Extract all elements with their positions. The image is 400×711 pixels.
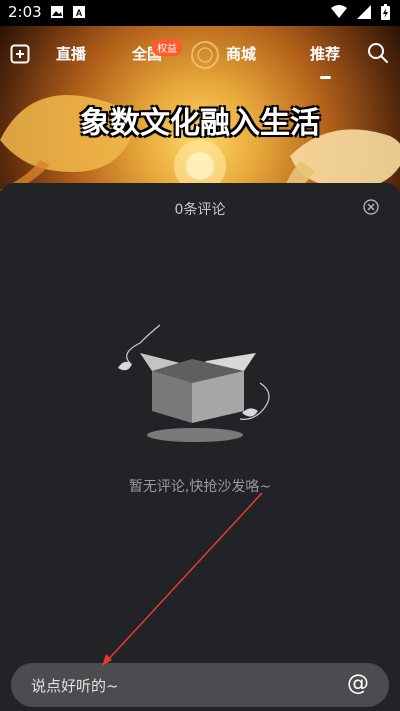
tab-mall[interactable]: 商城	[226, 43, 256, 64]
comment-panel: 0条评论 暂无评论,快抢沙发咯~ 说点好听的~ @	[0, 183, 400, 711]
comment-input[interactable]: 说点好听的~ @	[11, 663, 389, 707]
svg-text:A: A	[76, 8, 83, 18]
close-icon[interactable]	[363, 199, 379, 215]
top-nav: 直播 全国 权益 商城 推荐	[0, 36, 400, 79]
mention-button[interactable]: @	[347, 671, 369, 696]
signal-icon	[357, 5, 371, 19]
status-bar: 2:03 A	[0, 0, 400, 26]
comment-count-title: 0条评论	[174, 202, 226, 218]
battery-charging-icon	[381, 4, 390, 20]
live-banner[interactable]: 直播 全国 权益 商城 推荐 象数文化融入生活	[0, 26, 400, 196]
wifi-icon	[331, 5, 347, 18]
empty-comments-text: 暂无评论,快抢沙发咯~	[128, 479, 272, 495]
benefits-badge: 权益	[152, 39, 182, 56]
a-box-icon: A	[73, 6, 85, 18]
image-icon	[51, 6, 63, 18]
search-icon[interactable]	[367, 42, 389, 64]
active-tab-indicator	[320, 76, 331, 79]
banner-title: 象数文化融入生活	[80, 106, 320, 141]
empty-box-illustration	[118, 324, 270, 442]
plus-square-icon[interactable]	[10, 44, 30, 64]
status-time: 2:03	[8, 3, 42, 21]
logo-emblem-icon	[191, 41, 219, 69]
tab-recommend[interactable]: 推荐	[310, 43, 340, 64]
tab-live[interactable]: 直播	[56, 43, 86, 64]
comment-input-placeholder: 说点好听的~	[31, 677, 119, 695]
